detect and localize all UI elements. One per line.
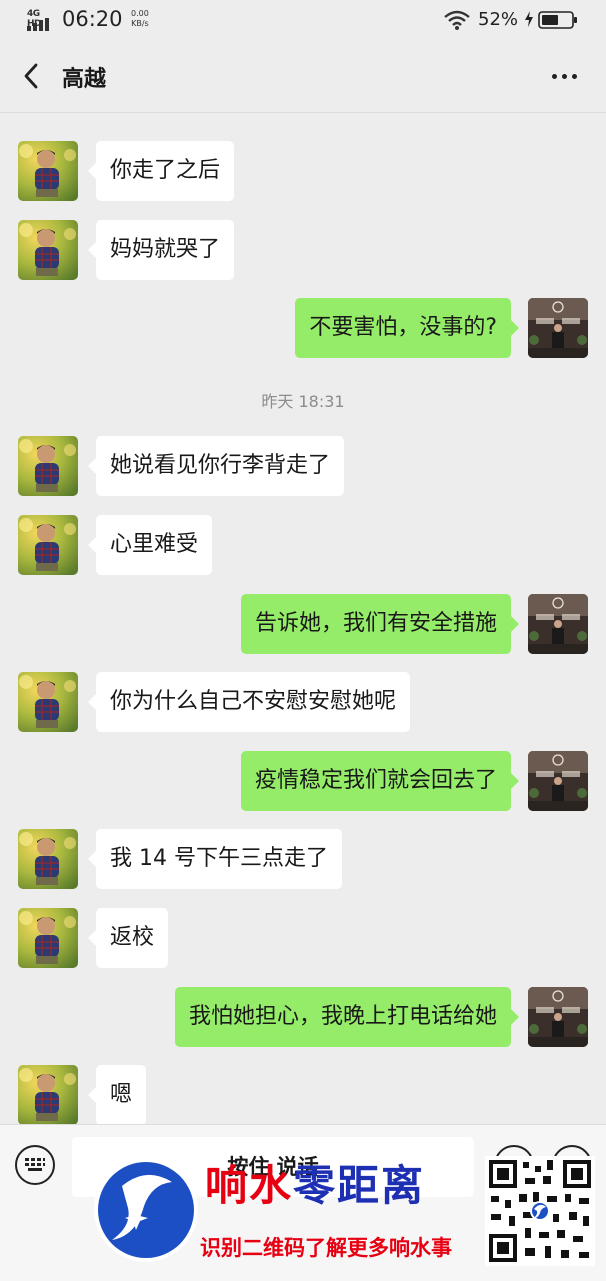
qr-code-icon xyxy=(485,1156,595,1266)
back-button[interactable] xyxy=(14,58,48,94)
avatar[interactable] xyxy=(18,220,78,280)
chevron-left-icon xyxy=(24,63,38,89)
watermark-title-blue: 零距离 xyxy=(293,1161,426,1210)
battery-percent: 52% xyxy=(478,9,519,30)
network-speed-unit: KB/s xyxy=(131,19,149,28)
watermark-logo xyxy=(94,1158,198,1262)
message-bubble-outgoing[interactable]: 我怕她担心，我晚上打电话给她 xyxy=(174,987,520,1047)
message-bubble-incoming[interactable]: 我 14 号下午三点走了 xyxy=(88,829,342,889)
message-bubble-incoming[interactable]: 妈妈就哭了 xyxy=(87,220,235,280)
message-bubble-incoming[interactable]: 返校 xyxy=(87,908,169,968)
network-speed-value: 0.00 xyxy=(131,9,149,18)
message-bubble-incoming[interactable]: 她说看见你行李背走了 xyxy=(87,436,345,496)
avatar[interactable] xyxy=(18,1065,78,1125)
network-speed: 0.00 KB/s xyxy=(131,9,149,29)
message-bubble-incoming[interactable]: 你为什么自己不安慰安慰她呢 xyxy=(87,672,411,732)
status-bar: 4G HD 06:20 0.00 KB/s 52% xyxy=(0,0,606,40)
message-bubble-outgoing[interactable]: 疫情稳定我们就会回去了 xyxy=(240,751,520,811)
time-separator: 昨天 18:31 xyxy=(261,392,345,411)
avatar[interactable] xyxy=(18,908,78,968)
avatar[interactable] xyxy=(18,436,78,496)
message-bubble-outgoing[interactable]: 告诉她，我们有安全措施 xyxy=(240,594,520,654)
avatar[interactable] xyxy=(528,751,588,811)
chat-title: 高越 xyxy=(62,67,107,92)
avatar[interactable] xyxy=(528,298,588,358)
avatar[interactable] xyxy=(18,829,78,889)
avatar[interactable] xyxy=(18,672,78,732)
watermark-title: 响水零距离 xyxy=(205,1152,425,1213)
chat-header: 高越 xyxy=(0,40,606,113)
keyboard-icon xyxy=(25,1158,45,1171)
watermark-title-red: 响水 xyxy=(205,1161,294,1210)
avatar[interactable] xyxy=(528,594,588,654)
watermark-subtitle: 识别二维码了解更多响水事 xyxy=(200,1235,452,1260)
more-dots-icon xyxy=(551,73,557,79)
avatar[interactable] xyxy=(18,515,78,575)
charging-icon xyxy=(525,11,533,27)
avatar[interactable] xyxy=(18,141,78,201)
battery-icon xyxy=(538,11,577,29)
message-bubble-incoming[interactable]: 你走了之后 xyxy=(87,141,235,201)
status-time: 06:20 xyxy=(62,7,123,31)
wifi-icon xyxy=(444,10,470,30)
message-bubble-outgoing[interactable]: 不要害怕，没事的? xyxy=(295,298,519,358)
more-button[interactable] xyxy=(542,62,586,90)
avatar[interactable] xyxy=(528,987,588,1047)
signal-icon: 4G HD xyxy=(27,9,55,31)
message-bubble-incoming[interactable]: 嗯 xyxy=(87,1065,147,1125)
message-bubble-incoming[interactable]: 心里难受 xyxy=(87,515,213,575)
keyboard-toggle-button[interactable] xyxy=(15,1145,55,1185)
